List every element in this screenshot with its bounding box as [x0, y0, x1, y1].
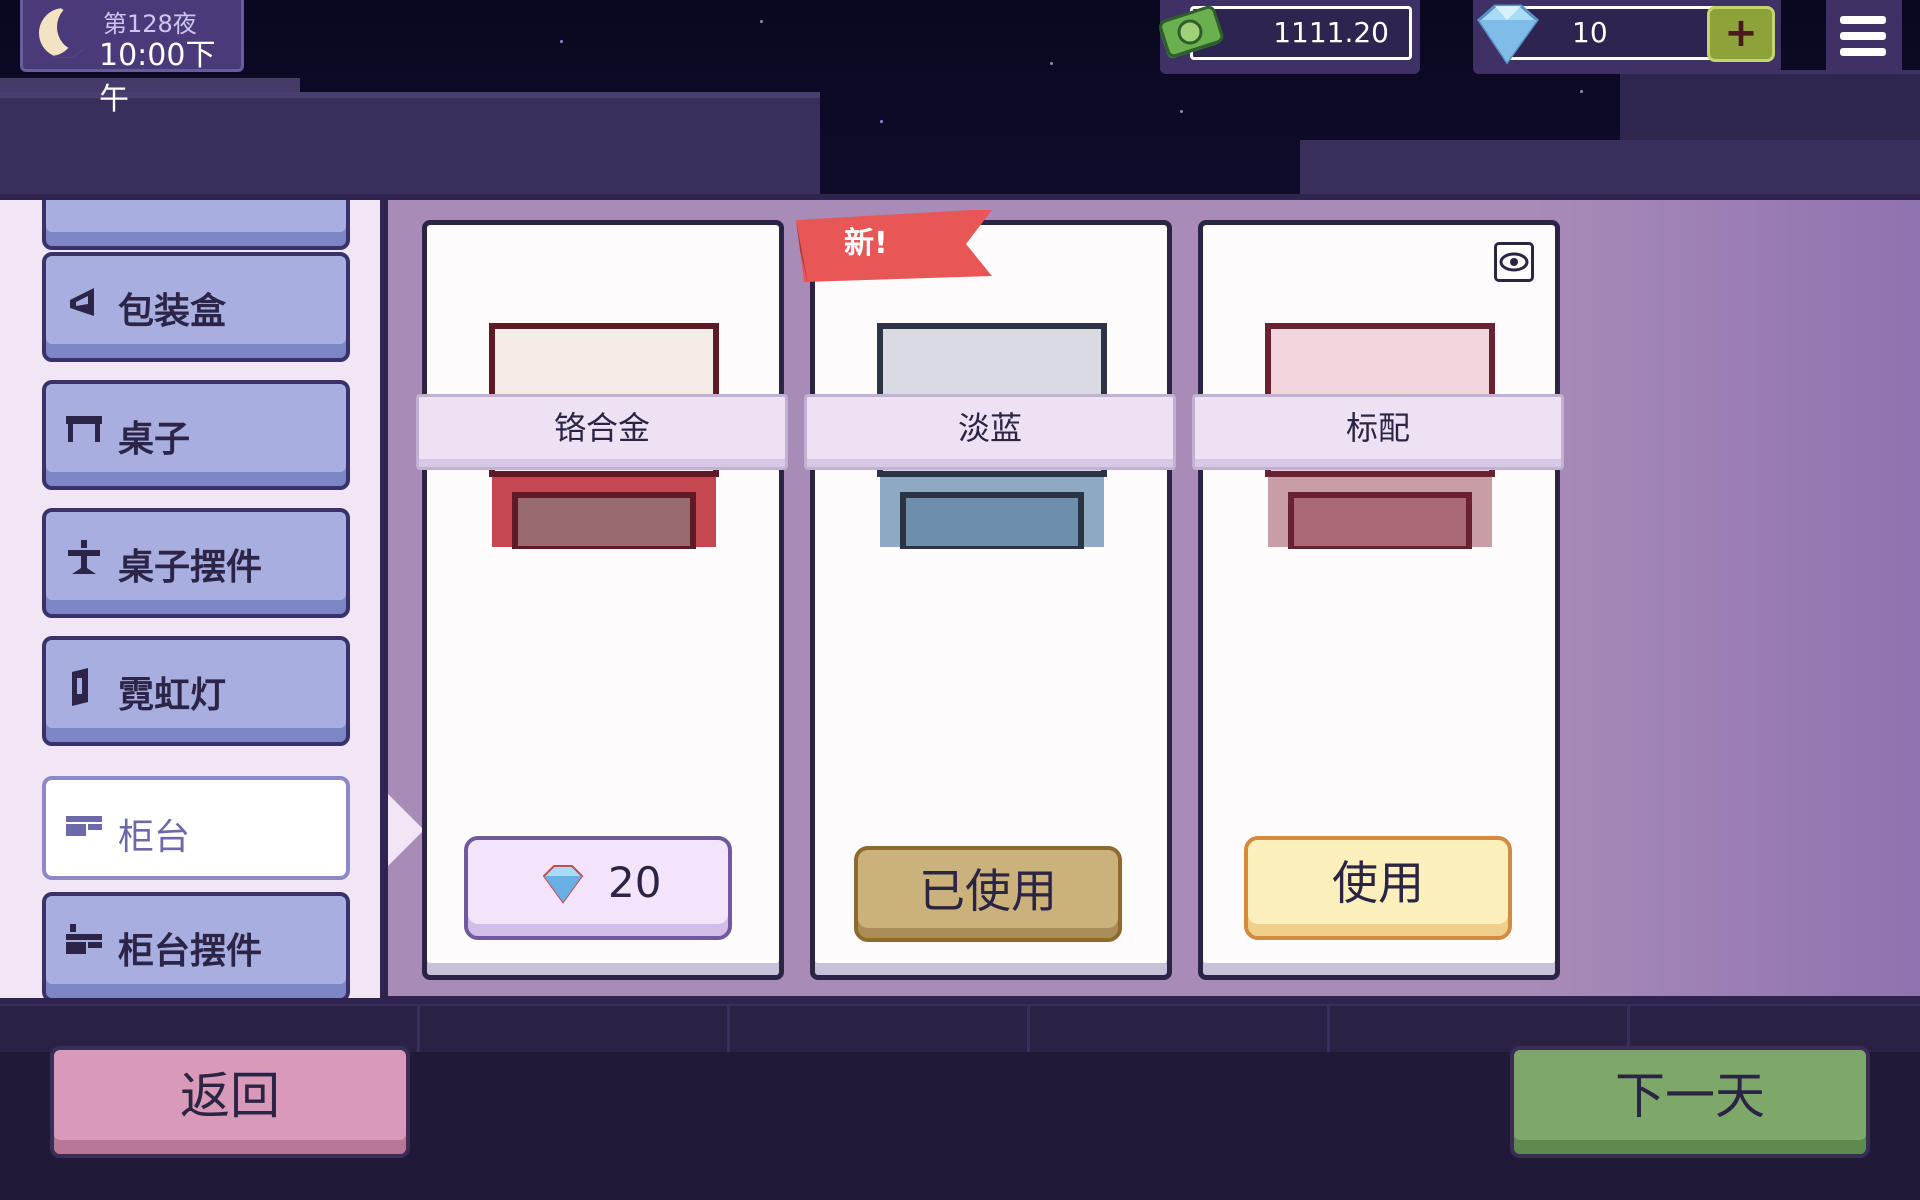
star: [880, 120, 883, 123]
star: [1180, 110, 1183, 113]
floor-tile: [1030, 1006, 1330, 1052]
menu-icon: [1840, 48, 1886, 56]
eye-icon-glyph: [1499, 252, 1529, 272]
floor-tile: [730, 1006, 1030, 1052]
category-sidebar[interactable]: 包装盒 桌子 桌子摆件 霓虹灯 柜台 柜台摆件: [0, 200, 388, 998]
add-gems-button[interactable]: +: [1707, 6, 1775, 62]
rooftop-tower: [1620, 70, 1920, 150]
table-decor-icon: [68, 540, 100, 574]
category-item-box[interactable]: 包装盒: [42, 252, 350, 362]
table-icon: [66, 416, 102, 442]
gems-panel: 10 +: [1473, 0, 1781, 74]
counter-decor-icon: [66, 924, 102, 954]
eye-icon[interactable]: [1494, 242, 1534, 282]
new-badge-label: 新!: [844, 226, 888, 261]
floor-tile: [420, 1006, 730, 1052]
gems-value: 10: [1572, 16, 1608, 49]
star: [760, 20, 763, 23]
in-use-button[interactable]: 已使用: [854, 846, 1122, 942]
diamond-icon: [542, 865, 584, 904]
new-badge-ribbon: [796, 210, 992, 284]
back-button[interactable]: 返回: [50, 1046, 410, 1158]
menu-icon: [1840, 32, 1886, 40]
active-category-pointer: [388, 794, 424, 866]
category-label: 柜台: [118, 817, 191, 858]
diamond-icon: [1477, 4, 1540, 65]
category-label: 包装盒: [118, 291, 227, 332]
item-name: 铬合金: [416, 394, 788, 470]
box-icon: [70, 288, 94, 316]
category-label: 柜台摆件: [118, 931, 263, 972]
menu-icon: [1840, 16, 1886, 24]
use-button[interactable]: 使用: [1244, 836, 1512, 940]
menu-button[interactable]: [1826, 0, 1902, 74]
item-name: 淡蓝: [804, 394, 1176, 470]
category-label: 霓虹灯: [118, 675, 227, 716]
clock-time: 10:00下午: [99, 38, 216, 117]
category-label: 桌子: [118, 419, 191, 460]
star: [1050, 62, 1053, 65]
category-item-neon[interactable]: 霓虹灯: [42, 636, 350, 746]
counter-icon: [66, 816, 102, 836]
category-item-counter[interactable]: 柜台: [42, 776, 350, 880]
category-item-table-decor[interactable]: 桌子摆件: [42, 508, 350, 618]
star: [1580, 90, 1583, 93]
category-item-partial[interactable]: [42, 200, 350, 250]
money-panel: 1111.20: [1159, 0, 1420, 74]
price-value: 20: [608, 858, 662, 907]
day-time-panel: 第128夜 10:00下午: [20, 0, 244, 117]
next-day-button[interactable]: 下一天: [1510, 1046, 1870, 1158]
category-label: 桌子摆件: [118, 547, 263, 588]
moon-icon: [39, 4, 97, 58]
item-name: 标配: [1192, 394, 1564, 470]
category-item-counter-decor[interactable]: 柜台摆件: [42, 892, 350, 998]
cash-icon: [1159, 5, 1224, 59]
rooftop-right: [1300, 140, 1920, 202]
star: [560, 40, 563, 43]
neon-light-icon: [72, 668, 88, 706]
buy-button[interactable]: 20: [464, 836, 732, 940]
category-item-table[interactable]: 桌子: [42, 380, 350, 490]
